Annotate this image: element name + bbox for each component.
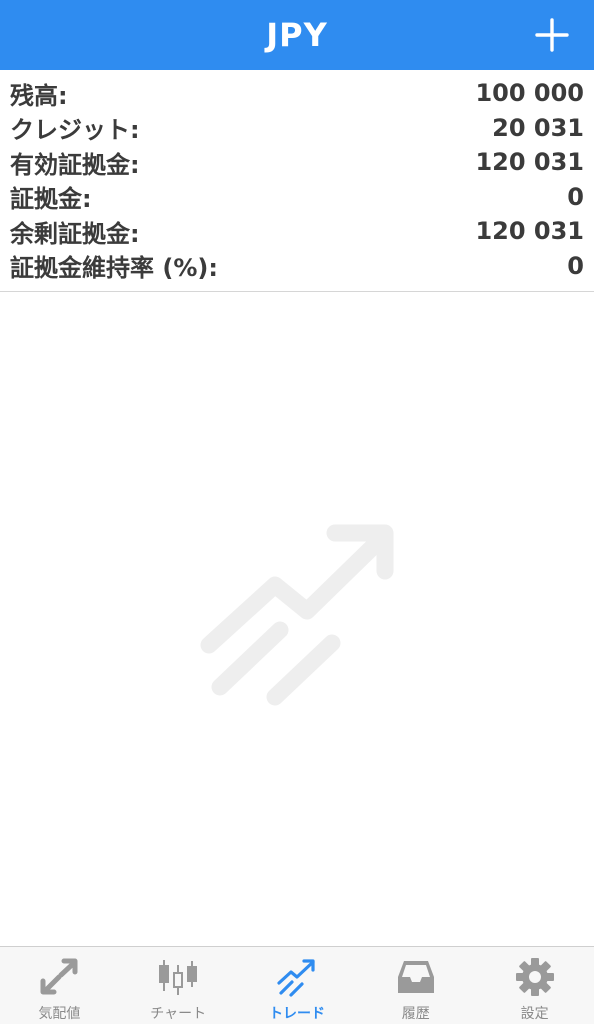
free-margin-value: 120 031 bbox=[475, 217, 584, 246]
tab-history-label: 履歴 bbox=[401, 1006, 430, 1022]
tab-quotes[interactable]: 気配値 bbox=[0, 947, 119, 1024]
bottom-tab-bar: 気配値 チャート トレード 履歴 設定 bbox=[0, 946, 594, 1024]
trade-trend-icon bbox=[200, 524, 394, 706]
summary-row-margin: 証拠金: 0 bbox=[0, 180, 594, 215]
tab-chart-label: チャート bbox=[150, 1006, 207, 1022]
credit-value: 20 031 bbox=[492, 113, 584, 142]
margin-label: 証拠金: bbox=[10, 185, 92, 214]
quotes-arrows-icon bbox=[36, 955, 82, 999]
add-order-button[interactable] bbox=[532, 15, 572, 55]
header-bar: JPY bbox=[0, 0, 594, 70]
plus-icon bbox=[535, 18, 569, 52]
balance-value: 100 000 bbox=[475, 79, 584, 108]
tab-trade[interactable]: トレード bbox=[238, 947, 357, 1024]
margin-level-value: 0 bbox=[567, 251, 584, 280]
summary-row-free-margin: 余剰証拠金: 120 031 bbox=[0, 214, 594, 249]
summary-row-credit: クレジット: 20 031 bbox=[0, 111, 594, 146]
summary-row-equity: 有効証拠金: 120 031 bbox=[0, 145, 594, 180]
account-summary: 残高: 100 000 クレジット: 20 031 有効証拠金: 120 031… bbox=[0, 70, 594, 292]
free-margin-label: 余剰証拠金: bbox=[10, 219, 140, 248]
tab-chart[interactable]: チャート bbox=[119, 947, 238, 1024]
empty-state-illustration bbox=[195, 515, 405, 715]
candlestick-icon bbox=[155, 955, 201, 999]
credit-label: クレジット: bbox=[10, 116, 140, 145]
equity-label: 有効証拠金: bbox=[10, 150, 140, 179]
tab-trade-label: トレード bbox=[268, 1006, 325, 1022]
summary-row-margin-level: 証拠金維持率 (%): 0 bbox=[0, 249, 594, 284]
gear-icon bbox=[512, 955, 558, 999]
inbox-tray-icon bbox=[393, 955, 439, 999]
trade-trend-icon bbox=[274, 955, 320, 999]
tab-quotes-label: 気配値 bbox=[38, 1006, 81, 1022]
margin-level-label: 証拠金維持率 (%): bbox=[10, 254, 218, 283]
tab-history[interactable]: 履歴 bbox=[356, 947, 475, 1024]
balance-label: 残高: bbox=[10, 81, 68, 110]
tab-settings-label: 設定 bbox=[520, 1006, 549, 1022]
summary-row-balance: 残高: 100 000 bbox=[0, 76, 594, 111]
tab-settings[interactable]: 設定 bbox=[475, 947, 594, 1024]
trade-screen: JPY 残高: 100 000 クレジット: 20 031 有効証拠金: 120… bbox=[0, 0, 594, 1024]
page-title: JPY bbox=[266, 16, 328, 54]
equity-value: 120 031 bbox=[475, 148, 584, 177]
margin-value: 0 bbox=[567, 182, 584, 211]
